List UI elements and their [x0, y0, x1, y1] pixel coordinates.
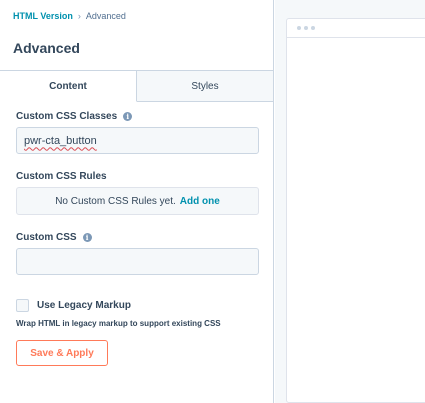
- window-dot-icon: [304, 26, 308, 30]
- info-icon[interactable]: i: [82, 233, 92, 242]
- tab-content[interactable]: Content: [0, 71, 137, 102]
- custom-css-classes-label: Custom CSS Classes i: [16, 111, 133, 122]
- custom-css-classes-value: pwr-cta_button: [24, 134, 97, 147]
- breadcrumb-current: Advanced: [85, 11, 126, 21]
- preview-window-bar: [287, 19, 425, 38]
- preview-window: [286, 18, 425, 403]
- settings-panel: HTML Version › Advanced Advanced Content…: [0, 0, 274, 403]
- custom-css-label-text: Custom CSS: [16, 232, 77, 243]
- panel-title: Advanced: [13, 40, 80, 56]
- legacy-markup-row: Use Legacy Markup: [16, 299, 131, 312]
- tab-styles[interactable]: Styles: [137, 71, 273, 101]
- legacy-markup-label[interactable]: Use Legacy Markup: [37, 300, 131, 311]
- breadcrumb-parent-link[interactable]: HTML Version: [13, 11, 73, 21]
- window-dot-icon: [297, 26, 301, 30]
- custom-css-label: Custom CSS i: [16, 232, 92, 243]
- legacy-markup-checkbox[interactable]: [16, 299, 29, 312]
- save-and-apply-button[interactable]: Save & Apply: [16, 340, 108, 366]
- custom-css-classes-input[interactable]: pwr-cta_button: [16, 127, 259, 154]
- custom-css-input[interactable]: [16, 248, 259, 275]
- preview-area: [275, 0, 425, 403]
- custom-css-classes-label-text: Custom CSS Classes: [16, 111, 118, 122]
- info-icon[interactable]: i: [123, 112, 133, 121]
- custom-css-rules-label: Custom CSS Rules: [16, 171, 107, 182]
- chevron-right-icon: ›: [77, 11, 81, 21]
- custom-css-rules-empty-state: No Custom CSS Rules yet. Add one: [16, 187, 259, 215]
- tab-bar: Content Styles: [0, 70, 273, 102]
- window-dot-icon: [311, 26, 315, 30]
- legacy-markup-help-text: Wrap HTML in legacy markup to support ex…: [16, 319, 221, 328]
- custom-css-rules-label-text: Custom CSS Rules: [16, 171, 107, 182]
- add-rule-link[interactable]: Add one: [180, 196, 220, 207]
- custom-css-rules-empty-text: No Custom CSS Rules yet.: [55, 195, 176, 207]
- breadcrumb: HTML Version › Advanced: [13, 11, 126, 21]
